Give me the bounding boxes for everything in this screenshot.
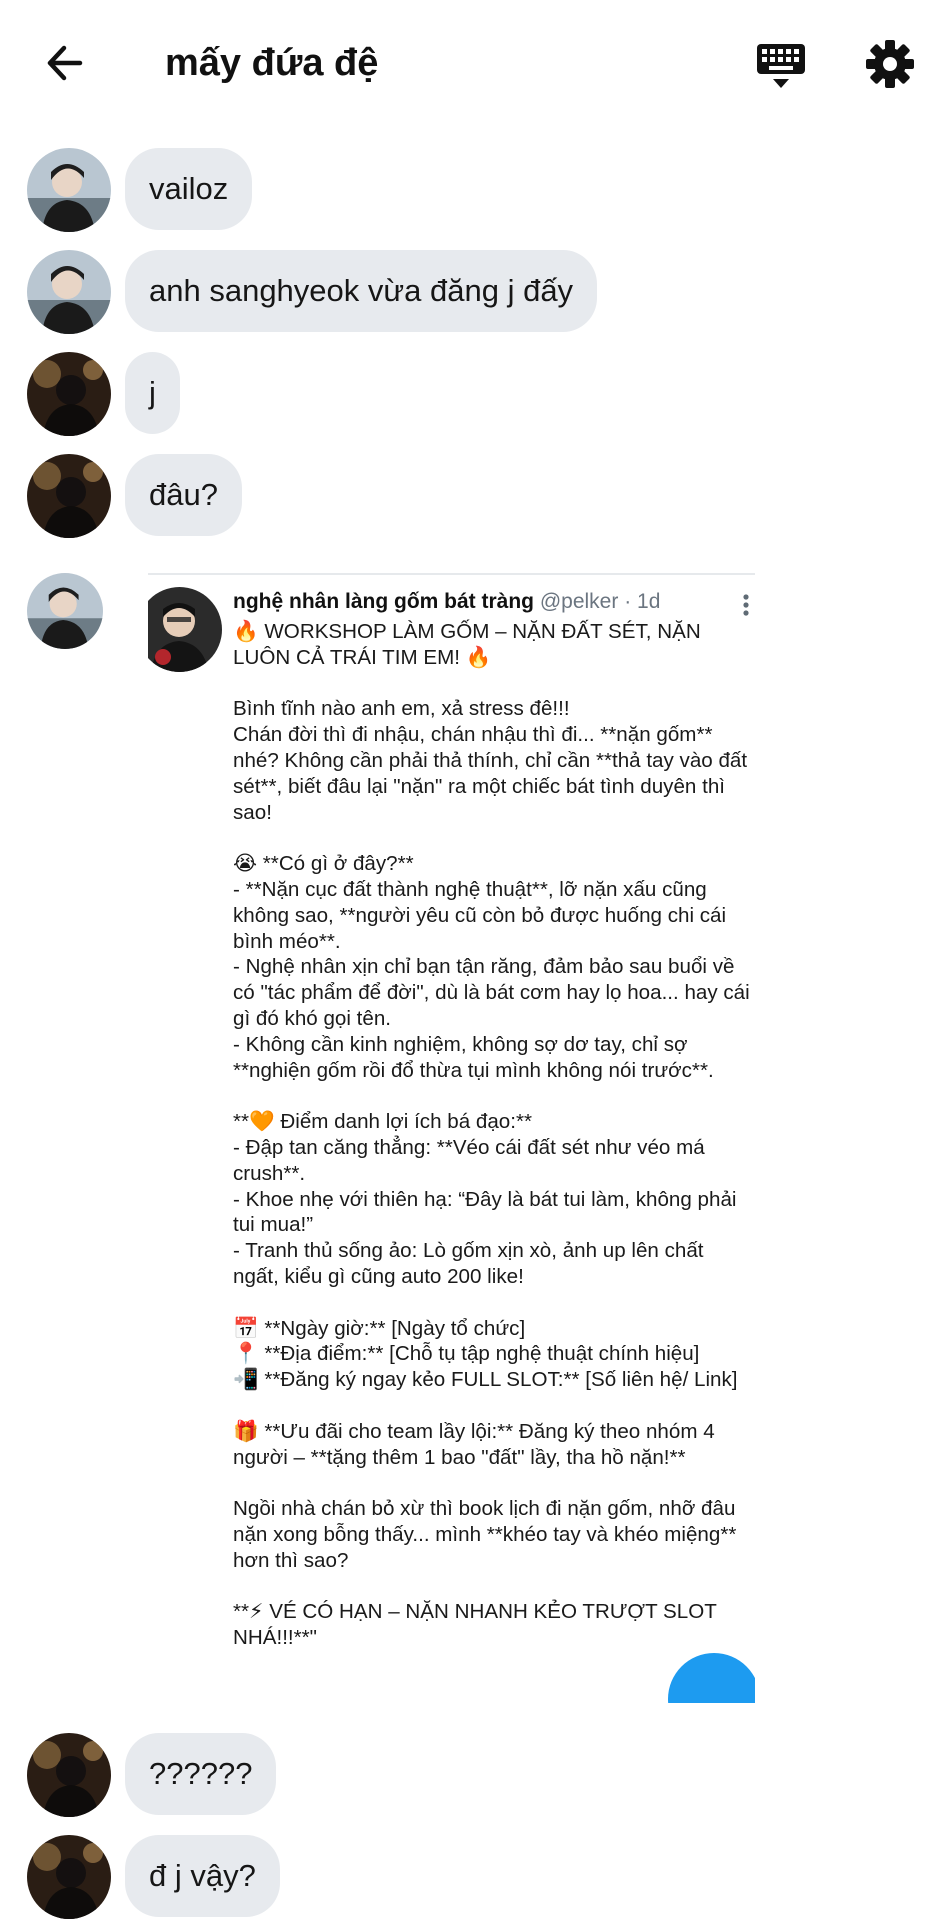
- more-vertical-icon: [743, 594, 749, 616]
- tweet-header: nghệ nhân làng gốm bát tràng @pelker · 1…: [233, 590, 660, 614]
- chat-title: mấy đứa đệ: [165, 42, 379, 84]
- divider: [148, 573, 755, 575]
- gear-icon: [866, 40, 914, 88]
- tweet-author-avatar[interactable]: [148, 587, 222, 672]
- keyboard-icon: [757, 44, 805, 88]
- user-b-avatar-icon: [27, 454, 111, 538]
- avatar[interactable]: [27, 250, 111, 334]
- user-a-avatar-icon: [27, 250, 111, 334]
- compose-fab-button[interactable]: [668, 1653, 755, 1703]
- settings-button[interactable]: [864, 38, 916, 90]
- avatar[interactable]: [27, 454, 111, 538]
- tweet-author-name[interactable]: nghệ nhân làng gốm bát tràng: [233, 590, 534, 613]
- tweet-body: 🔥 WORKSHOP LÀM GỐM – NẶN ĐẤT SÉT, NẶN LU…: [233, 620, 750, 1650]
- back-button[interactable]: [40, 38, 90, 88]
- avatar[interactable]: [27, 352, 111, 436]
- user-a-avatar-icon: [27, 148, 111, 232]
- message-bubble[interactable]: vailoz: [125, 148, 253, 230]
- user-b-avatar-icon: [27, 1733, 111, 1817]
- message-bubble[interactable]: đ j vậy?: [125, 1835, 280, 1917]
- user-a-avatar-icon: [27, 573, 103, 649]
- user-b-avatar-icon: [27, 1835, 111, 1919]
- avatar[interactable]: [27, 148, 111, 232]
- arrow-left-icon: [47, 45, 83, 81]
- tweet-author-avatar-icon: [148, 587, 222, 672]
- avatar[interactable]: [27, 1733, 111, 1817]
- avatar[interactable]: [27, 1835, 111, 1919]
- tweet-more-button[interactable]: [740, 593, 752, 619]
- shared-tweet-card[interactable]: nghệ nhân làng gốm bát tràng @pelker · 1…: [148, 573, 755, 1703]
- message-bubble[interactable]: đâu?: [125, 454, 242, 536]
- keyboard-button[interactable]: [753, 38, 809, 94]
- chat-header: mấy đứa đệ: [0, 0, 947, 130]
- message-bubble[interactable]: ??????: [125, 1733, 277, 1815]
- message-bubble[interactable]: j: [125, 352, 180, 434]
- avatar[interactable]: [27, 573, 103, 649]
- tweet-handle: @pelker · 1d: [539, 590, 661, 613]
- user-b-avatar-icon: [27, 352, 111, 436]
- message-bubble[interactable]: anh sanghyeok vừa đăng j đấy: [125, 250, 598, 332]
